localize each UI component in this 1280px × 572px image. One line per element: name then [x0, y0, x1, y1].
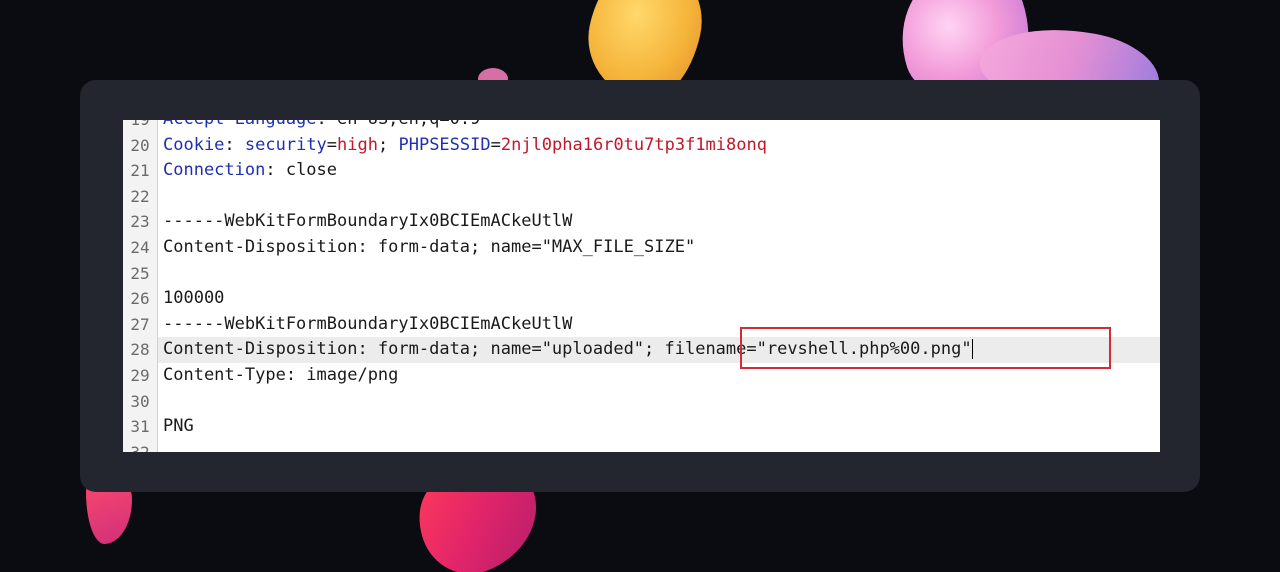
- code-text: Content-Disposition: form-data; name="MA…: [163, 235, 695, 261]
- code-token: PHPSESSID: [398, 134, 491, 155]
- line-number: 20: [123, 132, 158, 159]
- line-number: 25: [123, 260, 158, 287]
- code-token: =: [490, 134, 501, 155]
- code-token: Content-Disposition: form-data; name="MA…: [163, 236, 696, 257]
- line-number: 21: [123, 158, 158, 184]
- filename-highlight-box: [740, 327, 1111, 369]
- code-line[interactable]: 26 100000: [123, 286, 1160, 312]
- code-line[interactable]: 24 Content-Disposition: form-data; name="…: [123, 234, 1160, 261]
- code-text: Connection: close: [163, 158, 337, 184]
- code-line[interactable]: 23 ------WebKitFormBoundaryIx0BCIEmACkeUt…: [123, 209, 1160, 235]
- line-number: 30: [123, 388, 158, 415]
- code-line[interactable]: 22: [123, 183, 1160, 210]
- line-number: 26: [123, 286, 158, 312]
- code-token: ------WebKitFormBoundaryIx0BCIEmACkeUtlW: [163, 211, 573, 232]
- code-token: 2njl0pha16r0tu7tp3f1mi8onq: [500, 134, 767, 155]
- code-text: Accept-Language: en-US,en;q=0.9: [163, 120, 480, 133]
- code-token: :: [224, 134, 245, 155]
- code-line[interactable]: 30: [123, 388, 1160, 415]
- code-text: 100000: [163, 286, 224, 312]
- code-text: PNG: [163, 414, 194, 440]
- line-number: 22: [123, 183, 158, 210]
- line-number: 27: [123, 311, 158, 338]
- code-token: 100000: [163, 288, 225, 309]
- line-number: 28: [123, 337, 158, 363]
- code-text: Cookie: security=high; PHPSESSID=2njl0ph…: [163, 133, 767, 159]
- code-token: ------WebKitFormBoundaryIx0BCIEmACkeUtlW: [163, 313, 573, 334]
- code-text: ------WebKitFormBoundaryIx0BCIEmACkeUtlW: [163, 312, 572, 338]
- code-line[interactable]: 32: [123, 439, 1160, 452]
- code-line[interactable]: 20 Cookie: security=high; PHPSESSID=2njl0…: [123, 132, 1160, 159]
- code-line[interactable]: 19 Accept-Language: en-US,en;q=0.9: [123, 120, 1160, 133]
- code-token: ;: [378, 134, 399, 155]
- code-token: =: [326, 134, 338, 155]
- line-number: 29: [123, 362, 158, 389]
- code-line[interactable]: 21 Connection: close: [123, 158, 1160, 184]
- code-text: ------WebKitFormBoundaryIx0BCIEmACkeUtlW: [163, 209, 572, 235]
- line-number: 31: [123, 414, 158, 440]
- code-token: : en-US,en;q=0.9: [317, 120, 481, 129]
- code-token: : close: [265, 160, 338, 181]
- line-number: 19: [123, 120, 158, 133]
- code-token: Content-Type: image/png: [163, 364, 399, 385]
- code-line[interactable]: 31 PNG: [123, 414, 1160, 440]
- code-token: Accept-Language: [163, 120, 317, 129]
- code-text: Content-Type: image/png: [163, 363, 398, 389]
- code-token: Cookie: [163, 134, 225, 155]
- line-number: 32: [123, 439, 158, 452]
- code-token: security: [244, 134, 327, 155]
- code-token: Connection: [163, 160, 266, 181]
- code-token: high: [337, 134, 378, 155]
- code-token: PNG: [163, 416, 194, 437]
- line-number: 24: [123, 234, 158, 261]
- http-request-editor[interactable]: 19Accept-Language: en-US,en;q=0.920Cooki…: [123, 120, 1160, 452]
- line-number: 23: [123, 209, 158, 235]
- code-lines: 19Accept-Language: en-US,en;q=0.920Cooki…: [123, 120, 1160, 452]
- code-line[interactable]: 25: [123, 260, 1160, 287]
